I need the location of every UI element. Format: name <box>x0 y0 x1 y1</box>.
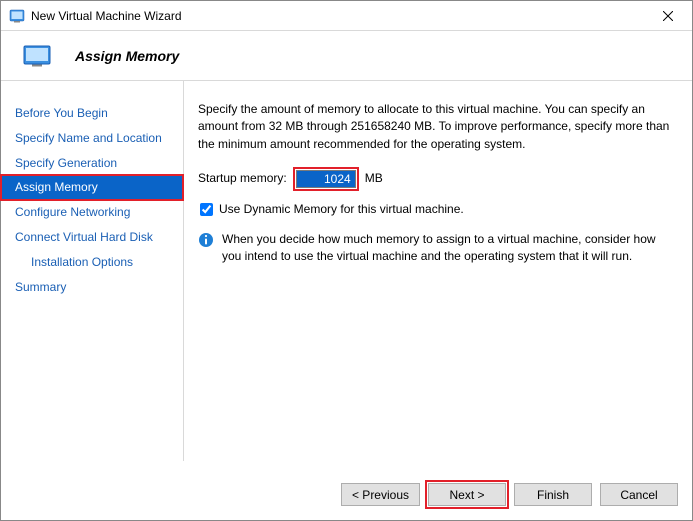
wizard-icon <box>23 45 51 67</box>
dynamic-memory-label[interactable]: Use Dynamic Memory for this virtual mach… <box>219 201 464 218</box>
info-text: When you decide how much memory to assig… <box>222 231 678 266</box>
startup-memory-highlight <box>293 167 359 191</box>
previous-button[interactable]: < Previous <box>341 483 420 506</box>
startup-memory-input[interactable] <box>296 170 356 188</box>
wizard-main: Specify the amount of memory to allocate… <box>184 81 692 461</box>
intro-text: Specify the amount of memory to allocate… <box>198 101 678 153</box>
startup-memory-label: Startup memory: <box>198 170 287 187</box>
next-button[interactable]: Next > <box>428 483 506 506</box>
dynamic-memory-checkbox[interactable] <box>200 203 213 216</box>
sidebar-item-connect-vhd[interactable]: Connect Virtual Hard Disk <box>1 225 183 250</box>
sidebar-item-assign-memory[interactable]: Assign Memory <box>1 175 183 200</box>
app-icon <box>9 8 25 24</box>
wizard-sidebar: Before You Begin Specify Name and Locati… <box>1 81 184 461</box>
sidebar-item-summary[interactable]: Summary <box>1 275 183 300</box>
sidebar-item-specify-generation[interactable]: Specify Generation <box>1 151 183 176</box>
startup-memory-row: Startup memory: MB <box>198 167 678 191</box>
finish-button[interactable]: Finish <box>514 483 592 506</box>
info-row: When you decide how much memory to assig… <box>198 231 678 266</box>
page-title: Assign Memory <box>75 48 179 64</box>
close-icon <box>663 11 673 21</box>
wizard-header: Assign Memory <box>1 31 692 81</box>
wizard-buttons: < Previous Next > Finish Cancel <box>341 483 678 506</box>
memory-unit: MB <box>365 170 383 187</box>
dynamic-memory-row: Use Dynamic Memory for this virtual mach… <box>200 201 678 218</box>
info-icon <box>198 232 214 248</box>
sidebar-item-configure-networking[interactable]: Configure Networking <box>1 200 183 225</box>
sidebar-item-specify-name[interactable]: Specify Name and Location <box>1 126 183 151</box>
titlebar: New Virtual Machine Wizard <box>1 1 692 31</box>
sidebar-item-installation-options[interactable]: Installation Options <box>1 250 183 275</box>
cancel-button[interactable]: Cancel <box>600 483 678 506</box>
close-button[interactable] <box>648 2 688 30</box>
sidebar-item-before-you-begin[interactable]: Before You Begin <box>1 101 183 126</box>
window-title: New Virtual Machine Wizard <box>31 9 182 23</box>
